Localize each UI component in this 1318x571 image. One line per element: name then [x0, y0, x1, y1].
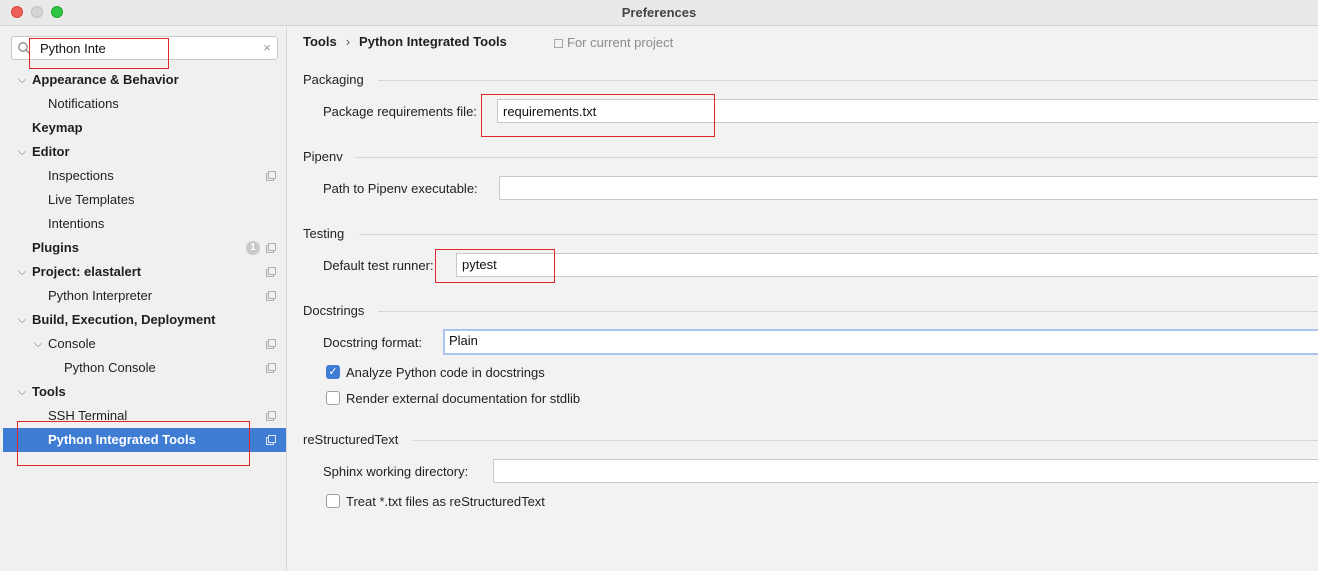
chevron-down-icon[interactable]: ⌵: [15, 380, 29, 404]
section-divider: [359, 234, 1318, 235]
section-restructuredtext: reStructuredText: [303, 432, 1318, 447]
tree-item-ssh-terminal[interactable]: SSH Terminal: [3, 404, 286, 428]
requirements-file-field[interactable]: [497, 99, 1318, 123]
tree-item-label: Plugins: [32, 240, 79, 255]
clear-search-icon[interactable]: ×: [263, 40, 271, 55]
tree-item-label: Notifications: [48, 96, 119, 111]
requirements-file-label: Package requirements file:: [323, 104, 477, 119]
tree-item-live-templates[interactable]: Live Templates: [3, 188, 286, 212]
tree-item-label: Project: elastalert: [32, 264, 142, 279]
section-title: Packaging: [303, 72, 364, 87]
chevron-down-icon[interactable]: ⌵: [15, 260, 29, 284]
project-scope-icon: [554, 39, 563, 48]
project-scope-icon: [266, 339, 276, 349]
breadcrumb-parent[interactable]: Tools: [303, 34, 337, 49]
tree-item-intentions[interactable]: Intentions: [3, 212, 286, 236]
section-pipenv: Pipenv: [303, 149, 1318, 164]
test-runner-label: Default test runner:: [323, 258, 434, 273]
tree-item-python-integrated-tools[interactable]: Python Integrated Tools: [3, 428, 286, 452]
render-docs-checkbox[interactable]: [326, 391, 340, 405]
search-icon: [18, 42, 30, 54]
test-runner-value: pytest: [462, 257, 497, 272]
project-scope-icon: [266, 171, 276, 181]
chevron-down-icon[interactable]: ⌵: [15, 140, 29, 164]
project-scope-icon: [266, 243, 276, 253]
tree-item-label: Inspections: [48, 168, 114, 183]
project-scope-icon: [266, 411, 276, 421]
chevron-down-icon[interactable]: ⌵: [31, 332, 45, 356]
tree-item-python-console[interactable]: Python Console: [3, 356, 286, 380]
sphinx-dir-label: Sphinx working directory:: [323, 464, 469, 479]
chevron-down-icon[interactable]: ⌵: [15, 308, 29, 332]
tree-item-editor[interactable]: ⌵ Editor: [3, 140, 286, 164]
settings-content: Tools › Python Integrated Tools For curren…: [288, 27, 1318, 571]
section-title: Docstrings: [303, 303, 365, 318]
pipenv-path-field[interactable]: [499, 176, 1318, 200]
window-title: Preferences: [621, 5, 697, 20]
tree-item-label: Live Templates: [48, 192, 135, 207]
chevron-down-icon[interactable]: ⌵: [15, 68, 29, 92]
project-scope-icon: [266, 435, 276, 445]
pipenv-path-label: Path to Pipenv executable:: [323, 181, 478, 196]
tree-item-label: Console: [48, 336, 96, 351]
tree-item-label: SSH Terminal: [48, 408, 128, 423]
tree-item-build-execution-deployment[interactable]: ⌵ Build, Execution, Deployment: [3, 308, 286, 332]
tree-item-project[interactable]: ⌵ Project: elastalert: [3, 260, 286, 284]
tree-item-label: Python Integrated Tools: [48, 432, 196, 447]
docstring-format-value: Plain: [449, 333, 478, 348]
tree-item-label: Appearance & Behavior: [32, 72, 179, 87]
tree-item-appearance-behavior[interactable]: ⌵ Appearance & Behavior: [3, 68, 286, 92]
tree-item-label: Python Console: [64, 360, 156, 375]
tree-item-plugins[interactable]: Plugins 1: [3, 236, 286, 260]
tree-item-label: Tools: [32, 384, 66, 399]
section-title: reStructuredText: [303, 432, 399, 447]
tree-item-console[interactable]: ⌵ Console: [3, 332, 286, 356]
tree-item-label: Python Interpreter: [48, 288, 153, 303]
tree-item-label: Editor: [32, 144, 70, 159]
scope-label: For current project: [567, 35, 674, 50]
tree-item-label: Intentions: [48, 216, 105, 231]
sphinx-dir-field[interactable]: [493, 459, 1318, 483]
treat-txt-checkbox[interactable]: [326, 494, 340, 508]
tree-item-notifications[interactable]: Notifications: [3, 92, 286, 116]
project-scope-icon: [266, 363, 276, 373]
analyze-docstrings-label[interactable]: Analyze Python code in docstrings: [346, 365, 545, 380]
docstring-format-dropdown[interactable]: Plain: [443, 329, 1318, 355]
tree-item-inspections[interactable]: Inspections: [3, 164, 286, 188]
section-testing: Testing: [303, 226, 1318, 241]
search-input[interactable]: [40, 39, 250, 57]
title-bar: Preferences: [0, 0, 1318, 26]
tree-item-label: Build, Execution, Deployment: [32, 312, 216, 327]
plugins-update-badge: 1: [246, 241, 260, 255]
settings-search-box[interactable]: ×: [11, 36, 278, 60]
section-title: Testing: [303, 226, 345, 241]
section-packaging: Packaging: [303, 72, 1318, 87]
docstring-format-label: Docstring format:: [323, 335, 422, 350]
section-divider: [413, 440, 1318, 441]
test-runner-dropdown[interactable]: pytest: [456, 253, 1318, 277]
render-docs-label[interactable]: Render external documentation for stdlib: [346, 391, 580, 406]
breadcrumb: Tools › Python Integrated Tools: [303, 34, 507, 49]
project-scope-icon: [266, 291, 276, 301]
section-divider: [355, 157, 1318, 158]
section-divider: [378, 311, 1318, 312]
tree-item-label: Keymap: [32, 120, 83, 135]
project-scope-icon: [266, 267, 276, 277]
scope-hint: For current project: [554, 35, 673, 50]
section-title: Pipenv: [303, 149, 343, 164]
breadcrumb-separator: ›: [345, 34, 351, 49]
section-docstrings: Docstrings: [303, 303, 1318, 318]
settings-sidebar: × ⌵ Appearance & Behavior Notifications …: [0, 27, 287, 571]
breadcrumb-current: Python Integrated Tools: [359, 34, 507, 49]
analyze-docstrings-checkbox[interactable]: ✓: [326, 365, 340, 379]
settings-tree: ⌵ Appearance & Behavior Notifications Ke…: [3, 68, 286, 452]
tree-item-python-interpreter[interactable]: Python Interpreter: [3, 284, 286, 308]
section-divider: [378, 80, 1318, 81]
tree-item-tools[interactable]: ⌵ Tools: [3, 380, 286, 404]
preferences-window: Preferences × ⌵ Appearance & Behavior No…: [0, 0, 1318, 571]
treat-txt-label[interactable]: Treat *.txt files as reStructuredText: [346, 494, 545, 509]
tree-item-keymap[interactable]: Keymap: [3, 116, 286, 140]
